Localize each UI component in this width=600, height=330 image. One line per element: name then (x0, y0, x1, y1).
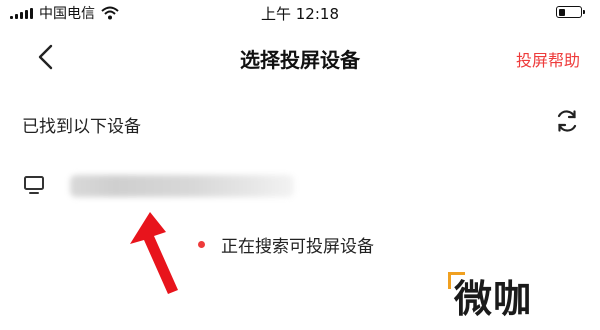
status-bar: 中国电信 上午 12:18 (0, 0, 600, 26)
page-title: 选择投屏设备 (240, 48, 360, 72)
navigation-bar: 选择投屏设备 投屏帮助 (0, 34, 600, 80)
refresh-button[interactable] (554, 108, 580, 134)
annotation-arrow-icon (130, 212, 178, 294)
searching-indicator-dot (198, 241, 205, 248)
battery-fill (558, 8, 565, 16)
battery-icon (556, 6, 585, 18)
refresh-icon (557, 110, 577, 132)
clock: 上午 12:18 (261, 5, 339, 23)
device-name-obscured (70, 175, 294, 197)
search-status-text: 正在搜索可投屏设备 (221, 237, 374, 257)
devices-found-label: 已找到以下设备 (22, 117, 141, 137)
search-status: 正在搜索可投屏设备 (198, 232, 374, 257)
tv-icon (24, 176, 44, 194)
help-link[interactable]: 投屏帮助 (516, 47, 580, 71)
watermark: 微咖 (454, 277, 533, 321)
